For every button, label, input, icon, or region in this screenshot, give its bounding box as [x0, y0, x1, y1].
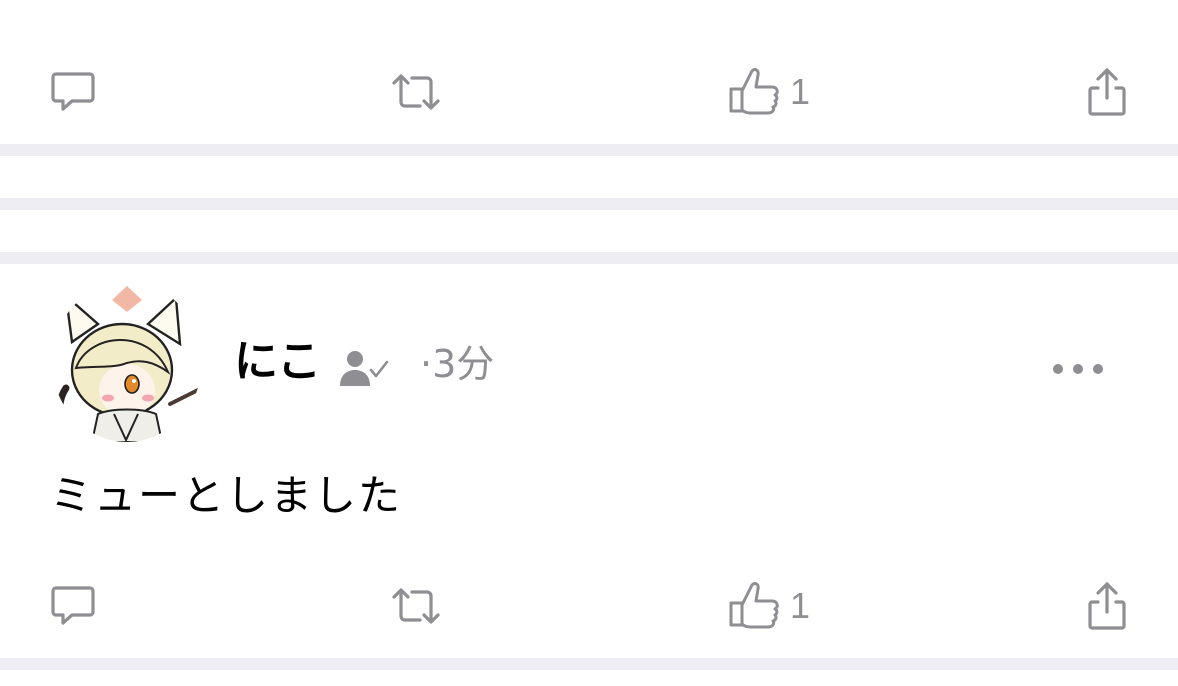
ellipsis-icon[interactable] — [1048, 356, 1108, 382]
share-button[interactable] — [1086, 62, 1128, 122]
separator — [0, 198, 1178, 210]
top-post-action-bar: 1 — [0, 62, 1178, 122]
share-icon — [1088, 68, 1126, 116]
reaction-count: 1 — [790, 585, 811, 626]
post-timestamp: ·3分 — [420, 342, 495, 386]
reaction-button[interactable]: 1 — [728, 576, 810, 636]
empty-row — [0, 210, 1178, 252]
separator — [0, 658, 1178, 670]
reaction-count: 1 — [790, 71, 811, 112]
separator — [0, 252, 1178, 264]
post-action-bar: 1 — [0, 576, 1178, 636]
separator — [0, 144, 1178, 156]
share-icon — [1088, 582, 1126, 630]
repost-button[interactable] — [390, 576, 442, 636]
author-name[interactable]: にこ — [234, 334, 321, 390]
share-button[interactable] — [1086, 576, 1128, 636]
reaction-button[interactable]: 1 — [728, 62, 810, 122]
avatar[interactable] — [52, 282, 202, 442]
repost-button[interactable] — [390, 62, 442, 122]
reply-button[interactable] — [50, 576, 96, 636]
post-text: ミューとしました — [50, 471, 403, 520]
person-check-icon — [340, 351, 389, 386]
reply-button[interactable] — [50, 62, 96, 122]
repost-icon — [392, 74, 440, 110]
speech-bubble-icon — [51, 586, 95, 625]
empty-row — [0, 156, 1178, 198]
thumbs-up-icon — [729, 68, 779, 115]
thumbs-up-icon — [729, 582, 779, 629]
avatar-image — [52, 282, 202, 442]
repost-icon — [392, 588, 440, 624]
speech-bubble-icon — [51, 72, 95, 111]
